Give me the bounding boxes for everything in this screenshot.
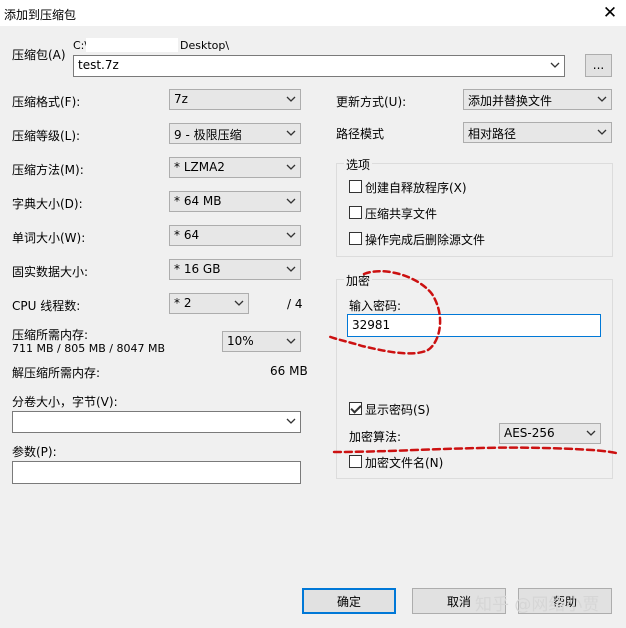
archive-label: 压缩包(A) (12, 48, 66, 62)
volume-label: 分卷大小，字节(V): (12, 395, 118, 409)
format-select[interactable]: 7z (169, 89, 301, 110)
pathmode-value: 相对路径 (468, 127, 517, 141)
ok-button[interactable]: 确定 (302, 588, 396, 614)
solid-label: 固实数据大小: (12, 265, 89, 279)
format-value: 7z (174, 92, 188, 106)
password-label: 输入密码: (349, 299, 402, 313)
threads-value: * 2 (174, 296, 192, 310)
threads-label: CPU 线程数: (12, 299, 81, 313)
mem-decompress-label: 解压缩所需内存: (12, 366, 101, 380)
chevron-down-icon (285, 413, 297, 429)
delete-after-label: 操作完成后删除源文件 (365, 233, 486, 247)
chevron-down-icon (285, 125, 297, 141)
dict-select[interactable]: * 64 MB (169, 191, 301, 212)
update-value: 添加并替换文件 (468, 94, 553, 108)
self-extract-checkbox[interactable] (349, 180, 362, 193)
threads-max: / 4 (287, 297, 303, 311)
params-input[interactable] (12, 461, 301, 484)
show-password-checkbox[interactable] (349, 402, 362, 415)
password-input[interactable]: 32981 (347, 314, 601, 337)
encrypt-names-checkbox[interactable] (349, 455, 362, 468)
watermark-text: 知乎 @网络小贾 (475, 595, 600, 615)
level-select[interactable]: 9 - 极限压缩 (169, 123, 301, 144)
word-value: * 64 (174, 228, 200, 242)
encryption-group-title: 加密 (344, 272, 373, 289)
chevron-down-icon (233, 295, 245, 311)
method-label: 压缩方法(M): (12, 163, 84, 177)
show-password-label: 显示密码(S) (365, 403, 430, 417)
chevron-down-icon (549, 57, 561, 73)
word-select[interactable]: * 64 (169, 225, 301, 246)
pathmode-select[interactable]: 相对路径 (463, 122, 612, 143)
chevron-down-icon (596, 91, 608, 107)
close-button[interactable]: ✕ (600, 3, 620, 23)
chevron-down-icon (585, 425, 597, 441)
update-select[interactable]: 添加并替换文件 (463, 89, 612, 110)
self-extract-label: 创建自释放程序(X) (365, 181, 467, 195)
format-label: 压缩格式(F): (12, 95, 81, 109)
chevron-down-icon (285, 91, 297, 107)
level-label: 压缩等级(L): (12, 129, 81, 143)
chevron-down-icon (285, 193, 297, 209)
path-redaction (86, 38, 178, 52)
mem-percent-value: 10% (227, 334, 254, 348)
encrypt-names-label: 加密文件名(N) (365, 456, 444, 470)
pathmode-label: 路径模式 (336, 127, 385, 141)
title-bar (0, 0, 626, 26)
method-value: * LZMA2 (174, 160, 225, 174)
threads-select[interactable]: * 2 (169, 293, 249, 314)
solid-value: * 16 GB (174, 262, 221, 276)
window-title: 添加到压缩包 (4, 8, 77, 22)
algo-select[interactable]: AES-256 (499, 423, 601, 444)
archive-filename-combo[interactable]: test.7z (73, 55, 565, 77)
volume-combo[interactable] (12, 411, 301, 433)
algo-label: 加密算法: (349, 430, 402, 444)
mem-compress-label: 压缩所需内存: (12, 328, 89, 342)
chevron-down-icon (285, 261, 297, 277)
shared-files-checkbox[interactable] (349, 206, 362, 219)
mem-compress-detail: 711 MB / 805 MB / 8047 MB (12, 342, 165, 355)
archive-filename: test.7z (78, 58, 119, 72)
options-group-title: 选项 (344, 156, 373, 173)
update-label: 更新方式(U): (336, 95, 407, 109)
chevron-down-icon (596, 124, 608, 140)
close-icon: ✕ (602, 3, 618, 23)
chevron-down-icon (285, 333, 297, 349)
dict-label: 字典大小(D): (12, 197, 83, 211)
method-select[interactable]: * LZMA2 (169, 157, 301, 178)
dict-value: * 64 MB (174, 194, 222, 208)
solid-select[interactable]: * 16 GB (169, 259, 301, 280)
archive-path-suffix: Desktop\ (180, 39, 230, 52)
mem-decompress-value: 66 MB (270, 364, 308, 378)
word-label: 单词大小(W): (12, 231, 86, 245)
browse-button[interactable]: ... (585, 54, 612, 77)
mem-percent-select[interactable]: 10% (222, 331, 301, 352)
level-value: 9 - 极限压缩 (174, 128, 242, 142)
delete-after-checkbox[interactable] (349, 232, 362, 245)
params-label: 参数(P): (12, 445, 57, 459)
shared-files-label: 压缩共享文件 (365, 207, 438, 221)
algo-value: AES-256 (504, 426, 555, 440)
chevron-down-icon (285, 227, 297, 243)
chevron-down-icon (285, 159, 297, 175)
